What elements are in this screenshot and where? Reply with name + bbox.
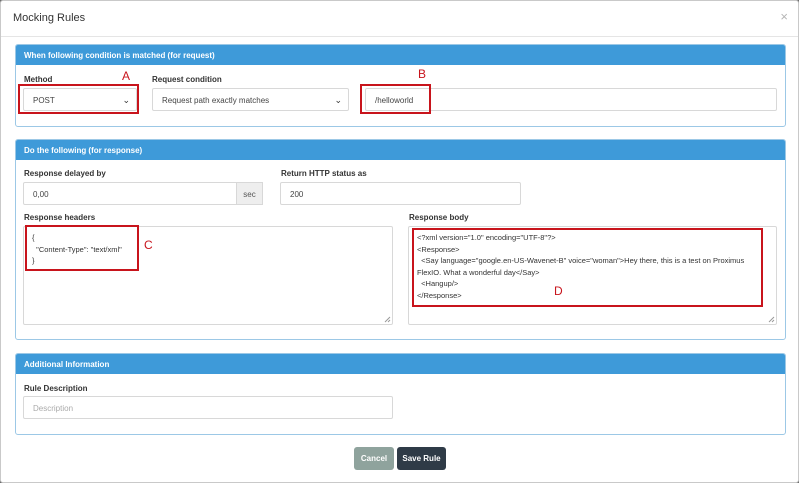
additional-panel-title: Additional Information [16, 354, 785, 374]
description-label: Rule Description [24, 384, 88, 393]
delay-value: 0,00 [33, 190, 49, 199]
resize-handle-icon[interactable] [768, 316, 775, 323]
annotation-box-b [360, 84, 431, 114]
annotation-box-c [25, 225, 139, 271]
annotation-box-a [18, 84, 139, 114]
method-label: Method [24, 75, 53, 84]
delay-input[interactable]: 0,00 [23, 182, 237, 205]
cancel-button[interactable]: Cancel [354, 447, 394, 470]
status-input[interactable]: 200 [280, 182, 521, 205]
modal-title: Mocking Rules [13, 12, 86, 24]
mocking-rules-modal: Mocking Rules × When following condition… [0, 0, 799, 483]
annotation-label-d: D [554, 284, 563, 298]
headers-label: Response headers [24, 213, 96, 222]
chevron-down-icon: ⌄ [334, 95, 342, 105]
delay-label: Response delayed by [24, 169, 106, 178]
status-label: Return HTTP status as [281, 169, 367, 178]
delay-unit-addon: sec [236, 182, 263, 205]
modal-header: Mocking Rules × [1, 1, 798, 37]
annotation-label-c: C [144, 238, 153, 252]
description-input[interactable]: Description [23, 396, 393, 419]
status-value: 200 [290, 190, 304, 199]
save-rule-button[interactable]: Save Rule [397, 447, 446, 470]
condition-value: Request path exactly matches [162, 96, 270, 105]
request-panel-title: When following condition is matched (for… [16, 45, 785, 65]
condition-label: Request condition [152, 75, 222, 84]
close-icon[interactable]: × [780, 9, 788, 24]
response-panel-title: Do the following (for response) [16, 140, 785, 160]
annotation-label-a: A [122, 69, 131, 83]
body-label: Response body [409, 213, 469, 222]
annotation-box-d [412, 228, 763, 307]
condition-select[interactable]: Request path exactly matches ⌄ [152, 88, 349, 111]
additional-panel: Additional Information [15, 353, 786, 435]
resize-handle-icon[interactable] [384, 316, 391, 323]
annotation-label-b: B [418, 67, 427, 81]
description-placeholder: Description [33, 404, 74, 413]
